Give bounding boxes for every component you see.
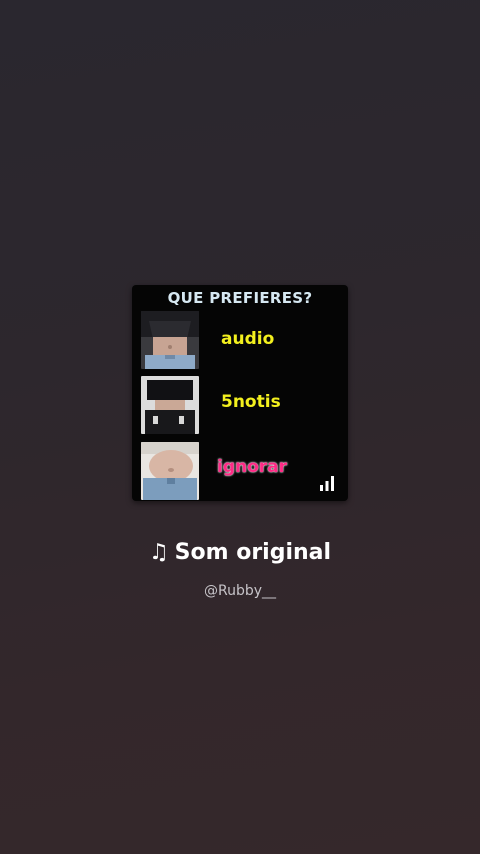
cover-thumbnail-3 bbox=[141, 442, 199, 500]
option-audio: audio bbox=[221, 329, 275, 349]
signal-bars-icon bbox=[320, 476, 334, 491]
song-title[interactable]: ♫ Som original bbox=[0, 540, 480, 565]
song-title-text: Som original bbox=[174, 540, 332, 565]
music-note-icon: ♫ bbox=[148, 540, 169, 565]
cover-title: QUE PREFIERES? bbox=[167, 289, 313, 307]
cover-thumbnail-1 bbox=[141, 311, 199, 369]
option-5notis: 5notis bbox=[221, 392, 281, 412]
option-ignorar: ignorar bbox=[217, 457, 288, 477]
song-author[interactable]: @Rubby__ bbox=[0, 583, 480, 599]
sound-cover-card[interactable]: QUE PREFIERES? audio 5notis ignorar bbox=[132, 285, 348, 501]
cover-thumbnail-2 bbox=[141, 376, 199, 434]
